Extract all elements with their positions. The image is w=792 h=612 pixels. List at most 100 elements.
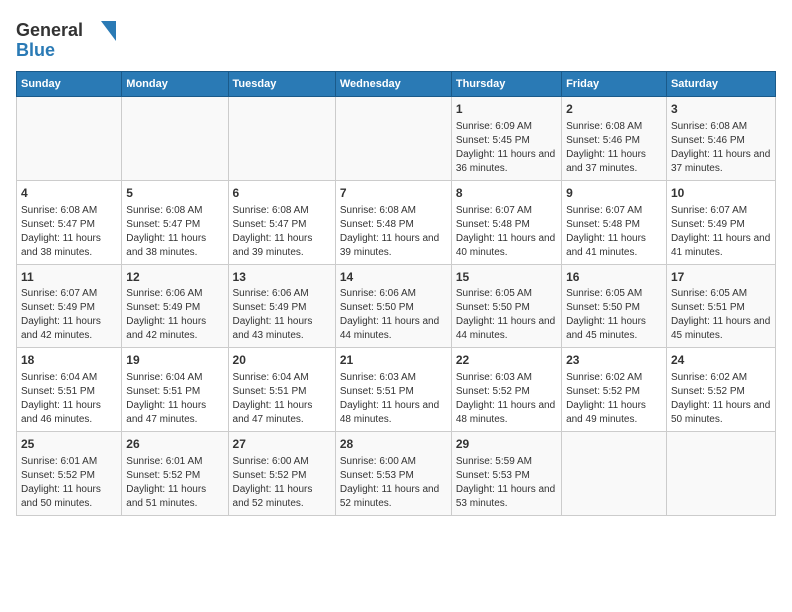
day-info: Sunrise: 6:04 AMSunset: 5:51 PMDaylight:… xyxy=(233,371,331,427)
calendar-cell: 14Sunrise: 6:06 AMSunset: 5:50 PMDayligh… xyxy=(335,264,451,348)
header-day-wednesday: Wednesday xyxy=(335,72,451,97)
day-number: 29 xyxy=(456,436,557,453)
day-info: Sunrise: 6:06 AMSunset: 5:49 PMDaylight:… xyxy=(126,287,223,343)
calendar-cell xyxy=(666,432,775,516)
day-number: 1 xyxy=(456,101,557,118)
week-row-0: 1 Sunrise: 6:09 AMSunset: 5:45 PMDaylight… xyxy=(17,97,776,181)
day-info: Sunrise: 6:07 AMSunset: 5:48 PMDaylight:… xyxy=(456,204,557,260)
calendar-cell: 13Sunrise: 6:06 AMSunset: 5:49 PMDayligh… xyxy=(228,264,335,348)
calendar-cell: 10 Sunrise: 6:07 AMSunset: 5:49 PMDayligh… xyxy=(666,180,775,264)
day-number: 8 xyxy=(456,185,557,202)
day-number: 19 xyxy=(126,352,223,369)
day-info: Sunrise: 6:09 AMSunset: 5:45 PMDaylight:… xyxy=(456,120,557,176)
day-info: Sunrise: 6:01 AMSunset: 5:52 PMDaylight:… xyxy=(21,455,117,511)
week-row-3: 18 Sunrise: 6:04 AMSunset: 5:51 PMDayligh… xyxy=(17,348,776,432)
calendar-cell: 15Sunrise: 6:05 AMSunset: 5:50 PMDayligh… xyxy=(451,264,561,348)
day-info: Sunrise: 5:59 AMSunset: 5:53 PMDaylight:… xyxy=(456,455,557,511)
header-day-saturday: Saturday xyxy=(666,72,775,97)
day-number: 15 xyxy=(456,269,557,286)
header-day-thursday: Thursday xyxy=(451,72,561,97)
calendar-cell: 25 Sunrise: 6:01 AMSunset: 5:52 PMDayligh… xyxy=(17,432,122,516)
day-number: 9 xyxy=(566,185,662,202)
header-day-sunday: Sunday xyxy=(17,72,122,97)
calendar-cell xyxy=(562,432,667,516)
day-number: 3 xyxy=(671,101,771,118)
calendar-cell: 29 Sunrise: 5:59 AMSunset: 5:53 PMDayligh… xyxy=(451,432,561,516)
calendar-cell xyxy=(17,97,122,181)
day-number: 28 xyxy=(340,436,447,453)
day-number: 17 xyxy=(671,269,771,286)
day-info: Sunrise: 6:03 AMSunset: 5:52 PMDaylight:… xyxy=(456,371,557,427)
day-info: Sunrise: 6:07 AMSunset: 5:49 PMDaylight:… xyxy=(21,287,117,343)
day-number: 13 xyxy=(233,269,331,286)
day-number: 25 xyxy=(21,436,117,453)
calendar-cell: 3 Sunrise: 6:08 AMSunset: 5:46 PMDaylight… xyxy=(666,97,775,181)
header-day-monday: Monday xyxy=(122,72,228,97)
day-info: Sunrise: 6:06 AMSunset: 5:49 PMDaylight:… xyxy=(233,287,331,343)
calendar-cell: 4 Sunrise: 6:08 AMSunset: 5:47 PMDaylight… xyxy=(17,180,122,264)
logo: GeneralBlue xyxy=(16,16,126,61)
svg-text:Blue: Blue xyxy=(16,40,55,60)
day-number: 7 xyxy=(340,185,447,202)
week-row-1: 4 Sunrise: 6:08 AMSunset: 5:47 PMDaylight… xyxy=(17,180,776,264)
day-number: 23 xyxy=(566,352,662,369)
day-number: 22 xyxy=(456,352,557,369)
calendar-body: 1 Sunrise: 6:09 AMSunset: 5:45 PMDaylight… xyxy=(17,97,776,516)
calendar-cell: 27 Sunrise: 6:00 AMSunset: 5:52 PMDayligh… xyxy=(228,432,335,516)
day-number: 2 xyxy=(566,101,662,118)
calendar-cell: 7 Sunrise: 6:08 AMSunset: 5:48 PMDaylight… xyxy=(335,180,451,264)
calendar-cell: 11Sunrise: 6:07 AMSunset: 5:49 PMDayligh… xyxy=(17,264,122,348)
day-info: Sunrise: 6:08 AMSunset: 5:46 PMDaylight:… xyxy=(671,120,771,176)
week-row-2: 11Sunrise: 6:07 AMSunset: 5:49 PMDayligh… xyxy=(17,264,776,348)
day-number: 10 xyxy=(671,185,771,202)
calendar-cell: 8 Sunrise: 6:07 AMSunset: 5:48 PMDaylight… xyxy=(451,180,561,264)
day-number: 26 xyxy=(126,436,223,453)
header-row: SundayMondayTuesdayWednesdayThursdayFrid… xyxy=(17,72,776,97)
day-number: 14 xyxy=(340,269,447,286)
calendar-cell: 26Sunrise: 6:01 AMSunset: 5:52 PMDayligh… xyxy=(122,432,228,516)
calendar-cell xyxy=(335,97,451,181)
day-info: Sunrise: 6:00 AMSunset: 5:52 PMDaylight:… xyxy=(233,455,331,511)
day-info: Sunrise: 6:02 AMSunset: 5:52 PMDaylight:… xyxy=(566,371,662,427)
day-number: 11 xyxy=(21,269,117,286)
calendar-cell: 9 Sunrise: 6:07 AMSunset: 5:48 PMDaylight… xyxy=(562,180,667,264)
header-day-friday: Friday xyxy=(562,72,667,97)
day-info: Sunrise: 6:03 AMSunset: 5:51 PMDaylight:… xyxy=(340,371,447,427)
calendar-cell: 2 Sunrise: 6:08 AMSunset: 5:46 PMDaylight… xyxy=(562,97,667,181)
calendar-cell: 22 Sunrise: 6:03 AMSunset: 5:52 PMDayligh… xyxy=(451,348,561,432)
day-info: Sunrise: 6:08 AMSunset: 5:46 PMDaylight:… xyxy=(566,120,662,176)
calendar-cell: 21 Sunrise: 6:03 AMSunset: 5:51 PMDayligh… xyxy=(335,348,451,432)
day-number: 16 xyxy=(566,269,662,286)
calendar-cell: 18 Sunrise: 6:04 AMSunset: 5:51 PMDayligh… xyxy=(17,348,122,432)
day-number: 21 xyxy=(340,352,447,369)
day-info: Sunrise: 6:05 AMSunset: 5:51 PMDaylight:… xyxy=(671,287,771,343)
day-info: Sunrise: 6:06 AMSunset: 5:50 PMDaylight:… xyxy=(340,287,447,343)
day-info: Sunrise: 6:02 AMSunset: 5:52 PMDaylight:… xyxy=(671,371,771,427)
week-row-4: 25 Sunrise: 6:01 AMSunset: 5:52 PMDayligh… xyxy=(17,432,776,516)
logo-svg: GeneralBlue xyxy=(16,16,126,61)
day-info: Sunrise: 6:05 AMSunset: 5:50 PMDaylight:… xyxy=(566,287,662,343)
day-info: Sunrise: 6:04 AMSunset: 5:51 PMDaylight:… xyxy=(21,371,117,427)
day-info: Sunrise: 6:04 AMSunset: 5:51 PMDaylight:… xyxy=(126,371,223,427)
calendar-cell: 24 Sunrise: 6:02 AMSunset: 5:52 PMDayligh… xyxy=(666,348,775,432)
day-number: 18 xyxy=(21,352,117,369)
calendar-cell: 12Sunrise: 6:06 AMSunset: 5:49 PMDayligh… xyxy=(122,264,228,348)
day-number: 24 xyxy=(671,352,771,369)
day-info: Sunrise: 6:08 AMSunset: 5:47 PMDaylight:… xyxy=(126,204,223,260)
day-number: 27 xyxy=(233,436,331,453)
day-info: Sunrise: 6:07 AMSunset: 5:48 PMDaylight:… xyxy=(566,204,662,260)
calendar-cell: 16Sunrise: 6:05 AMSunset: 5:50 PMDayligh… xyxy=(562,264,667,348)
day-number: 4 xyxy=(21,185,117,202)
calendar-cell: 6Sunrise: 6:08 AMSunset: 5:47 PMDaylight… xyxy=(228,180,335,264)
day-info: Sunrise: 6:07 AMSunset: 5:49 PMDaylight:… xyxy=(671,204,771,260)
header: GeneralBlue xyxy=(16,16,776,61)
day-number: 6 xyxy=(233,185,331,202)
calendar-cell: 5 Sunrise: 6:08 AMSunset: 5:47 PMDaylight… xyxy=(122,180,228,264)
header-day-tuesday: Tuesday xyxy=(228,72,335,97)
calendar-cell: 19 Sunrise: 6:04 AMSunset: 5:51 PMDayligh… xyxy=(122,348,228,432)
day-number: 5 xyxy=(126,185,223,202)
day-info: Sunrise: 6:00 AMSunset: 5:53 PMDaylight:… xyxy=(340,455,447,511)
calendar-cell xyxy=(228,97,335,181)
day-info: Sunrise: 6:08 AMSunset: 5:47 PMDaylight:… xyxy=(21,204,117,260)
day-info: Sunrise: 6:08 AMSunset: 5:48 PMDaylight:… xyxy=(340,204,447,260)
